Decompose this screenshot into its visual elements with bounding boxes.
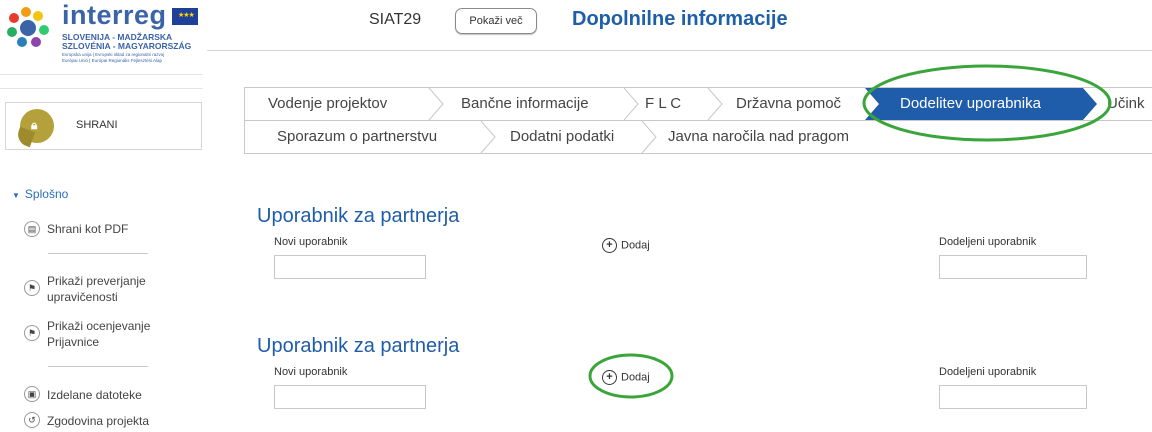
sidebar-item-label: Prikaži ocenjevanje Prijavnice (47, 319, 151, 349)
add-label: Dodaj (621, 371, 650, 384)
divider (48, 366, 148, 367)
logo-brand: interreg (62, 0, 167, 30)
assigned-user-label: Dodeljeni uporabnik (939, 366, 1037, 378)
divider (0, 88, 203, 89)
logo-line-2: SZLOVÉNIA - MAGYARORSZÁG (62, 41, 192, 51)
tab-project-management[interactable]: Vodenje projektov (268, 88, 387, 120)
save-label: SHRANI (76, 119, 118, 131)
save-button[interactable]: 🔒︎ SHRANI (5, 102, 202, 150)
tab-public-procurement[interactable]: Javna naročila nad pragom (668, 121, 849, 153)
file-icon: ▣ (24, 386, 40, 402)
sidebar-item-label: Izdelane datoteke (47, 388, 142, 402)
tab-row-1: Vodenje projektov Bančne informacije F L… (244, 87, 1152, 121)
tab-row-2: Sporazum o partnerstvu Dodatni podatki J… (244, 120, 1152, 154)
new-user-input[interactable] (274, 385, 426, 409)
section-heading: Uporabnik za partnerja (257, 205, 460, 227)
printer-icon: ▤ (24, 221, 40, 237)
save-badge: 🔒︎ (20, 109, 54, 143)
tab-additional-data[interactable]: Dodatni podatki (510, 121, 614, 153)
logo-line-4: Európai Unió | Európai Regionális Fejles… (62, 58, 162, 63)
tab-user-assignment[interactable]: Dodelitev uporabnika (900, 88, 1041, 120)
section-toggle-general[interactable]: ▼ Splošno (12, 187, 68, 201)
plus-circle-icon: + (602, 238, 617, 253)
history-icon: ↺ (24, 412, 40, 428)
new-user-label: Novi uporabnik (274, 366, 348, 378)
add-label: Dodaj (621, 239, 650, 252)
add-button[interactable]: + Dodaj (602, 238, 650, 253)
assigned-user-label: Dodeljeni uporabnik (939, 236, 1037, 248)
section-heading: Uporabnik za partnerja (257, 335, 460, 357)
new-user-input[interactable] (274, 255, 426, 279)
interreg-emblem-icon (7, 7, 49, 47)
assigned-user-input[interactable] (939, 255, 1087, 279)
logo-line-3: Evropska unija | Evropski sklad za regio… (62, 52, 165, 57)
tab-state-aid[interactable]: Državna pomoč (736, 88, 841, 120)
interreg-logo: interreg ★★★ SLOVENIJA - MADŽARSKA SZLOV… (4, 0, 204, 80)
tab-bank-information[interactable]: Bančne informacije (461, 88, 589, 120)
tab-partnership-agreement[interactable]: Sporazum o partnerstvu (277, 121, 437, 153)
sidebar-item-label: Zgodovina projekta (47, 414, 150, 428)
flag-icon: ⚑ (24, 325, 40, 341)
add-button[interactable]: + Dodaj (602, 370, 650, 385)
flag-icon: ⚑ (24, 280, 40, 296)
tab-effects[interactable]: Učink (1107, 88, 1145, 120)
page-title: Dopolnilne informacije (572, 8, 788, 30)
new-user-label: Novi uporabnik (274, 236, 348, 248)
divider (0, 74, 203, 75)
header-divider (207, 50, 1152, 51)
tab-flc[interactable]: F L C (645, 88, 681, 120)
plus-circle-icon: + (602, 370, 617, 385)
show-more-button[interactable]: Pokaži več (455, 8, 537, 34)
sidebar-item-label: Shrani kot PDF (47, 222, 129, 236)
caret-down-icon: ▼ (12, 191, 20, 200)
sidebar: interreg ★★★ SLOVENIJA - MADŽARSKA SZLOV… (0, 0, 207, 432)
project-code: SIAT29 (369, 11, 422, 28)
divider (48, 253, 148, 254)
sidebar-item-label: Prikaži preverjanje upravičenosti (47, 274, 146, 304)
lock-icon: 🔒︎ (31, 118, 38, 132)
section-title: Splošno (24, 187, 69, 201)
assigned-user-input[interactable] (939, 385, 1087, 409)
eu-flag-icon: ★★★ (172, 8, 198, 25)
